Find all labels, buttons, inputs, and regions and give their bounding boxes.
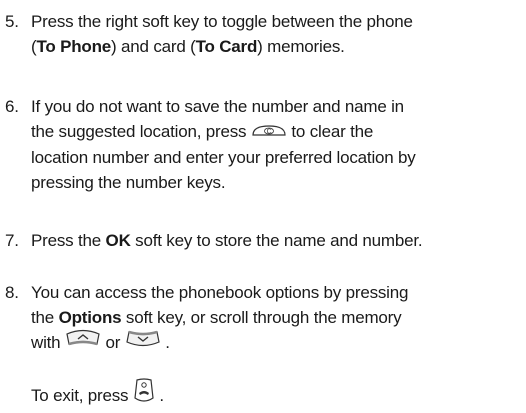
text-run: with xyxy=(31,333,61,352)
exit-note: To exit, press . xyxy=(0,378,526,408)
text-run: ) and card ( xyxy=(111,37,196,56)
end-call-key-icon xyxy=(133,378,155,411)
text-run: . xyxy=(165,333,170,352)
step-8-line-2: the Options soft key, or scroll through … xyxy=(31,305,526,330)
text-run: To exit, press xyxy=(31,385,129,405)
c-key-icon: C xyxy=(251,118,287,143)
step-number: 7. xyxy=(5,231,19,250)
text-run: soft key, or scroll through the memory xyxy=(121,308,402,327)
step-text: Press the OK soft key to store the name … xyxy=(31,228,526,253)
step-5: 5. Press the right soft key to toggle be… xyxy=(0,9,526,59)
step-number: 5. xyxy=(5,12,19,31)
to-card-label: To Card xyxy=(195,37,258,56)
text-run: . xyxy=(159,385,164,405)
options-label: Options xyxy=(58,308,122,327)
step-number: 6. xyxy=(5,97,19,116)
up-key-icon xyxy=(65,328,101,355)
step-6-line-1: If you do not want to save the number an… xyxy=(31,97,404,116)
step-6-line-4: pressing the number keys. xyxy=(31,173,226,193)
svg-text:C: C xyxy=(266,129,271,136)
text-run: to clear the xyxy=(291,122,374,141)
step-5-line-2: (To Phone) and card (To Card) memories. xyxy=(31,34,526,59)
step-number: 8. xyxy=(5,283,19,302)
step-6: 6. If you do not want to save the number… xyxy=(0,94,526,194)
ok-label: OK xyxy=(105,231,131,250)
step-text: Press the right soft key to toggle betwe… xyxy=(31,9,526,59)
text-run: ) memories. xyxy=(257,37,345,56)
text-run: or xyxy=(105,333,121,352)
down-key-icon xyxy=(125,328,161,355)
step-text: If you do not want to save the number an… xyxy=(31,94,526,195)
step-6-line-2: the suggested location, press C to clear… xyxy=(31,119,526,145)
step-8-line-3: with or . xyxy=(31,328,526,357)
step-8-line-1: You can access the phonebook options by … xyxy=(31,283,409,302)
text-run: soft key to store the name and number. xyxy=(130,231,423,250)
step-7: 7. Press the OK soft key to store the na… xyxy=(0,228,526,253)
text-run: the xyxy=(31,308,59,327)
text-run: the suggested location, press xyxy=(31,122,247,141)
step-text: You can access the phonebook options by … xyxy=(31,280,526,357)
to-phone-label: To Phone xyxy=(36,37,112,56)
step-5-line-1: Press the right soft key to toggle betwe… xyxy=(31,12,413,31)
step-6-line-3: location number and enter your preferred… xyxy=(31,148,416,168)
step-8: 8. You can access the phonebook options … xyxy=(0,280,526,360)
text-run: Press the xyxy=(31,231,106,250)
exit-text: To exit, press . xyxy=(31,378,526,413)
